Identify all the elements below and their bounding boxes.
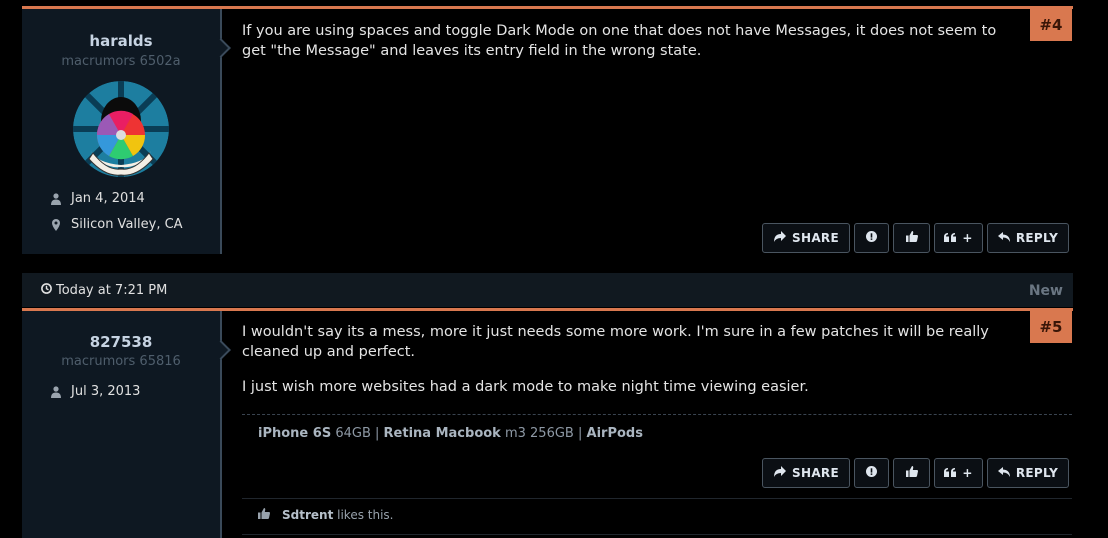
sig-item-bold: iPhone 6S — [258, 426, 332, 441]
joined-date: Jul 3, 2013 — [50, 384, 140, 399]
likes-divider — [242, 498, 1072, 499]
quote-icon — [944, 466, 957, 480]
user-title: macrumors 65816 — [61, 354, 181, 369]
share-label: SHARE — [792, 231, 839, 245]
signature-divider — [242, 414, 1072, 415]
post-5: 827538 macrumors 65816 Jul 3, 2013 #5 I … — [22, 308, 1073, 538]
clock-icon — [41, 283, 52, 298]
message-paragraph: I wouldn't say its a mess, more it just … — [242, 324, 989, 360]
share-button[interactable]: SHARE — [762, 223, 850, 253]
post-actions: SHARE + REPLY — [762, 458, 1069, 488]
thumbs-up-icon — [905, 466, 918, 480]
multi-quote-button[interactable]: + — [934, 458, 983, 488]
reply-icon — [997, 466, 1010, 480]
user-title: macrumors 6502a — [61, 54, 181, 69]
quote-plus-label: + — [962, 466, 973, 480]
sig-separator: | — [577, 426, 583, 441]
thumbs-up-icon — [905, 231, 918, 245]
post-message: If you are using spaces and toggle Dark … — [242, 21, 1012, 61]
sig-item-bold: AirPods — [586, 426, 643, 441]
like-button[interactable] — [893, 458, 930, 488]
message-paragraph: If you are using spaces and toggle Dark … — [242, 23, 997, 59]
quote-icon — [944, 231, 957, 245]
quote-plus-label: + — [962, 231, 973, 245]
post-number[interactable]: #4 — [1030, 9, 1072, 41]
report-button[interactable] — [854, 458, 889, 488]
share-label: SHARE — [792, 466, 839, 480]
like-button[interactable] — [893, 223, 930, 253]
likes-text: likes this. — [337, 508, 394, 522]
location: Silicon Valley, CA — [50, 217, 183, 232]
reply-button[interactable]: REPLY — [987, 458, 1069, 488]
user-panel: haralds macrumors 6502a Jan 4, 2014 Sili… — [22, 9, 231, 254]
multi-quote-button[interactable]: + — [934, 223, 983, 253]
reply-label: REPLY — [1015, 231, 1059, 245]
reply-icon — [997, 231, 1010, 245]
share-icon — [773, 231, 787, 245]
signature: iPhone 6S 64GB | Retina Macbook m3 256GB… — [258, 426, 643, 441]
map-marker-icon — [50, 218, 62, 231]
joined-date-text: Jan 4, 2014 — [71, 191, 145, 206]
report-button[interactable] — [854, 223, 889, 253]
post-time-text: Today at 7:21 PM — [56, 283, 168, 298]
share-icon — [773, 466, 787, 480]
sig-item-rest: 64GB — [335, 426, 371, 441]
new-posts-separator: Today at 7:21 PM New — [22, 273, 1073, 307]
reply-label: REPLY — [1015, 466, 1059, 480]
likes-summary: Sdtrent likes this. — [258, 508, 394, 522]
sig-separator: | — [375, 426, 380, 441]
thumbs-up-icon — [258, 508, 270, 522]
post-4: haralds macrumors 6502a Jan 4, 2014 Sili… — [22, 6, 1073, 270]
post-time[interactable]: Today at 7:21 PM — [41, 283, 167, 298]
sig-item-rest: m3 256GB — [504, 426, 574, 441]
share-button[interactable]: SHARE — [762, 458, 850, 488]
username[interactable]: haralds — [22, 32, 220, 50]
joined-date-text: Jul 3, 2013 — [71, 384, 141, 399]
sig-item-bold: Retina Macbook — [383, 426, 501, 441]
post-actions: SHARE + REPLY — [762, 223, 1069, 253]
user-panel: 827538 macrumors 65816 Jul 3, 2013 — [22, 311, 231, 538]
liker-username[interactable]: Sdtrent — [282, 508, 333, 522]
post-message: I wouldn't say its a mess, more it just … — [242, 322, 1012, 397]
user-icon — [50, 385, 62, 398]
joined-date: Jan 4, 2014 — [50, 191, 145, 206]
post-number[interactable]: #5 — [1030, 311, 1072, 343]
new-label: New — [1028, 283, 1063, 299]
user-icon — [50, 192, 62, 205]
avatar[interactable] — [73, 81, 169, 177]
location-text: Silicon Valley, CA — [71, 217, 183, 232]
likes-bottom-divider — [242, 534, 1072, 535]
reply-button[interactable]: REPLY — [987, 223, 1069, 253]
exclamation-circle-icon — [866, 466, 877, 480]
username[interactable]: 827538 — [22, 333, 220, 351]
message-paragraph: I just wish more websites had a dark mod… — [242, 379, 809, 395]
exclamation-circle-icon — [866, 231, 877, 245]
